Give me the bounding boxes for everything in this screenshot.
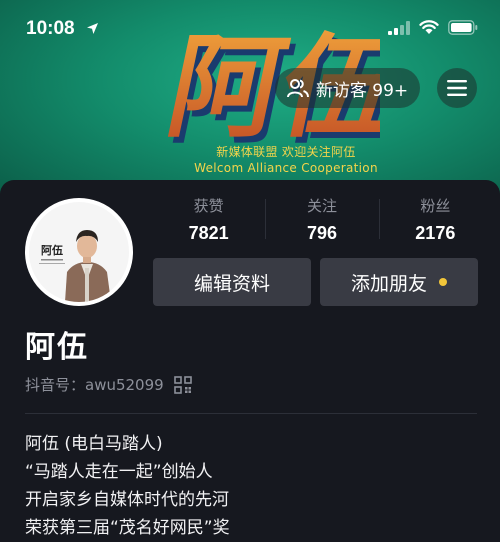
bio-line: 荣获第三届“茂名好网民”奖 [25,518,230,538]
profile-stats: 获赞 7821 关注 796 粉丝 2176 [152,195,492,247]
hamburger-menu-icon [447,80,467,96]
stat-likes-value: 7821 [188,223,229,243]
wifi-icon [419,20,439,34]
edit-profile-label: 编辑资料 [193,272,270,295]
banner-slogan: 新媒体联盟 欢迎关注阿伍 Welcom Alliance Cooperation [186,144,386,176]
bio-line: 阿伍 (电白马踏人) [25,434,163,454]
profile-bio: 阿伍 (电白马踏人) “马踏人走在一起”创始人 开启家乡自媒体时代的先河 荣获第… [25,430,230,542]
location-arrow-icon [87,23,98,34]
avatar-photo: 阿伍 [29,202,129,302]
people-icon [286,79,309,98]
new-visitors-label: 新访客 99+ [315,80,409,101]
edit-profile-button[interactable]: 编辑资料 [153,258,311,306]
section-divider [25,413,477,414]
profile-name: 阿伍 [25,330,89,365]
qr-code-icon[interactable] [173,376,192,394]
stat-likes-label: 获赞 [193,197,224,215]
stat-following-value: 796 [306,223,338,243]
battery-icon [448,20,478,35]
avatar[interactable]: 阿伍 [25,198,133,306]
new-visitors-button[interactable]: 新访客 99+ [275,68,420,108]
stat-followers-value: 2176 [415,223,456,243]
stat-likes[interactable]: 获赞 7821 [152,195,265,247]
douyin-id: 抖音号：awu52099 [25,374,192,396]
stat-following[interactable]: 关注 796 [265,195,378,247]
add-friend-button[interactable]: 添加朋友 [320,258,478,306]
stat-following-label: 关注 [306,197,337,215]
stat-followers-label: 粉丝 [420,197,451,215]
menu-button[interactable] [437,68,477,108]
cellular-signal-icon [388,20,410,35]
add-friend-label: 添加朋友 [350,272,427,295]
banner-slogan-en: Welcom Alliance Cooperation [194,161,378,175]
avatar-caption: 阿伍 [41,243,63,257]
status-time: 10:08 [26,18,75,39]
banner-slogan-cn: 新媒体联盟 欢迎关注阿伍 [216,145,356,159]
bio-line: 开启家乡自媒体时代的先河 [25,490,229,510]
douyin-id-text: 抖音号：awu52099 [25,376,164,394]
bio-line: “马踏人走在一起”创始人 [25,462,213,482]
status-bar: 10:08 [0,0,500,56]
notification-dot [439,278,447,286]
stat-followers[interactable]: 粉丝 2176 [378,195,492,247]
